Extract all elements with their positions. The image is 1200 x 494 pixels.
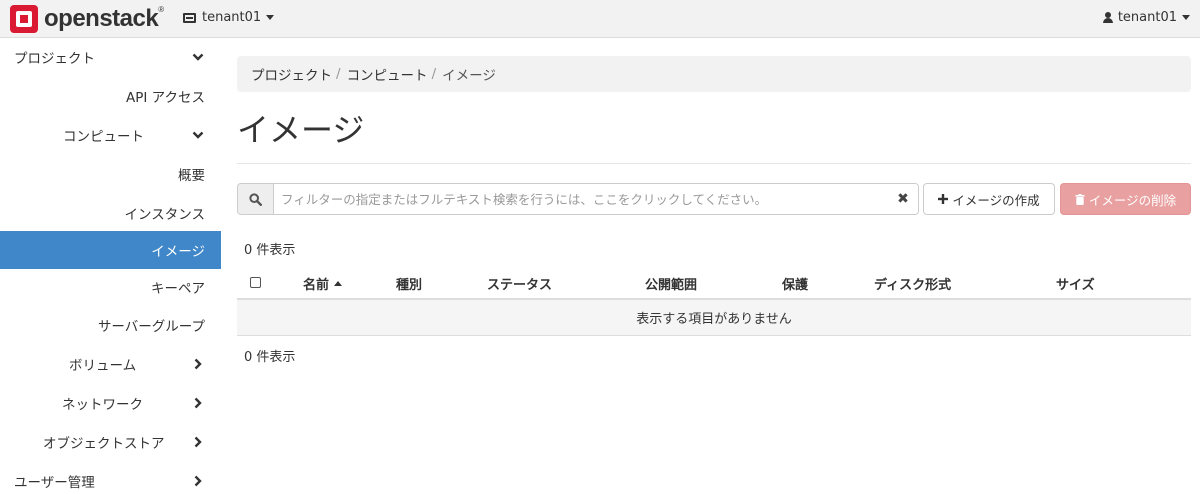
column-header-visibility[interactable]: 公開範囲 xyxy=(645,274,697,293)
item-count-bottom: 0 件表示 xyxy=(244,350,296,365)
sidebar-item-user-management[interactable]: ユーザー管理 xyxy=(0,462,221,494)
sidebar-item-images[interactable]: イメージ xyxy=(0,231,221,269)
clear-filter-icon[interactable]: ✖ xyxy=(896,191,910,207)
sidebar-item-label: イメージ xyxy=(151,244,205,260)
item-count-top: 0 件表示 xyxy=(244,243,296,258)
sidebar-item-label: サーバーグループ xyxy=(97,319,205,335)
column-header-type[interactable]: 種別 xyxy=(396,274,422,293)
breadcrumb-project[interactable]: プロジェクト xyxy=(251,64,332,84)
sidebar-item-label: オブジェクトストア xyxy=(43,436,165,452)
sidebar-item-label: プロジェクト xyxy=(14,51,95,67)
openstack-logo[interactable]: openstack® xyxy=(10,5,164,33)
logo-text: openstack xyxy=(44,5,159,32)
sidebar-item-object-store[interactable]: オブジェクトストア xyxy=(0,423,221,461)
sort-ascending-icon xyxy=(334,281,343,286)
server-icon xyxy=(183,12,196,23)
sidebar-item-api-access[interactable]: API アクセス xyxy=(0,77,221,115)
chevron-right-icon xyxy=(191,396,205,410)
column-header-status[interactable]: ステータス xyxy=(487,274,552,293)
sidebar-item-project[interactable]: プロジェクト xyxy=(0,38,221,76)
sidebar-item-label: ユーザー管理 xyxy=(14,475,95,491)
sidebar-item-network[interactable]: ネットワーク xyxy=(0,384,221,422)
table-header: 名前 種別 ステータス 公開範囲 保護 ディスク形式 サイズ xyxy=(237,263,1191,300)
sidebar-item-label: インスタンス xyxy=(124,207,205,223)
sidebar-item-label: 概要 xyxy=(178,168,205,184)
sidebar-item-label: ネットワーク xyxy=(62,397,143,413)
column-header-name[interactable]: 名前 xyxy=(303,274,343,293)
search-icon[interactable] xyxy=(238,184,274,214)
tenant-dropdown[interactable]: tenant01 xyxy=(183,10,275,25)
filter-bar: ✖ xyxy=(237,183,919,215)
caret-down-icon xyxy=(1182,15,1190,20)
openstack-logo-icon xyxy=(10,5,38,33)
create-image-label: イメージの作成 xyxy=(952,192,1040,208)
breadcrumb-compute[interactable]: コンピュート xyxy=(347,64,428,84)
sidebar-item-label: API アクセス xyxy=(126,90,205,106)
top-navbar: openstack® tenant01 tenant01 xyxy=(0,0,1200,38)
empty-table-message: 表示する項目がありません xyxy=(237,300,1191,336)
chevron-down-icon xyxy=(191,128,205,142)
user-label: tenant01 xyxy=(1117,10,1177,25)
column-header-disk-format[interactable]: ディスク形式 xyxy=(874,274,951,293)
chevron-right-icon xyxy=(191,435,205,449)
sidebar-item-overview[interactable]: 概要 xyxy=(0,155,221,193)
chevron-right-icon xyxy=(191,357,205,371)
column-label: 名前 xyxy=(303,278,330,293)
user-icon xyxy=(1102,12,1113,23)
sidebar-item-label: ボリューム xyxy=(69,358,137,374)
logo-registered-mark: ® xyxy=(158,5,164,14)
create-image-button[interactable]: イメージの作成 xyxy=(923,183,1055,215)
column-header-protected[interactable]: 保護 xyxy=(782,274,808,293)
caret-down-icon xyxy=(266,15,275,20)
divider xyxy=(237,163,1191,164)
sidebar-item-label: キーペア xyxy=(151,281,205,297)
sidebar: プロジェクト API アクセス コンピュート 概要 インスタンス イメージ キー… xyxy=(0,38,221,494)
sidebar-item-server-groups[interactable]: サーバーグループ xyxy=(0,306,221,344)
sidebar-item-label: コンピュート xyxy=(63,129,144,145)
user-dropdown[interactable]: tenant01 xyxy=(1102,10,1190,25)
chevron-right-icon xyxy=(191,474,205,488)
delete-images-button[interactable]: イメージの削除 xyxy=(1060,183,1191,215)
delete-images-label: イメージの削除 xyxy=(1088,192,1177,208)
plus-icon xyxy=(938,194,949,204)
trash-icon xyxy=(1075,193,1085,205)
sidebar-item-key-pairs[interactable]: キーペア xyxy=(0,268,221,306)
filter-input[interactable] xyxy=(274,184,918,214)
chevron-down-icon xyxy=(191,50,205,64)
column-header-size[interactable]: サイズ xyxy=(1056,274,1095,293)
breadcrumb-images: イメージ xyxy=(442,68,496,84)
page-title: イメージ xyxy=(237,111,365,149)
tenant-label: tenant01 xyxy=(202,10,262,25)
sidebar-item-volumes[interactable]: ボリューム xyxy=(0,345,221,383)
breadcrumb-separator: / xyxy=(431,66,437,82)
breadcrumb: プロジェクト / コンピュート / イメージ xyxy=(237,56,1191,92)
sidebar-item-compute[interactable]: コンピュート xyxy=(0,116,221,154)
select-all-checkbox[interactable] xyxy=(250,277,261,288)
breadcrumb-separator: / xyxy=(336,66,341,82)
sidebar-item-instances[interactable]: インスタンス xyxy=(0,194,221,232)
